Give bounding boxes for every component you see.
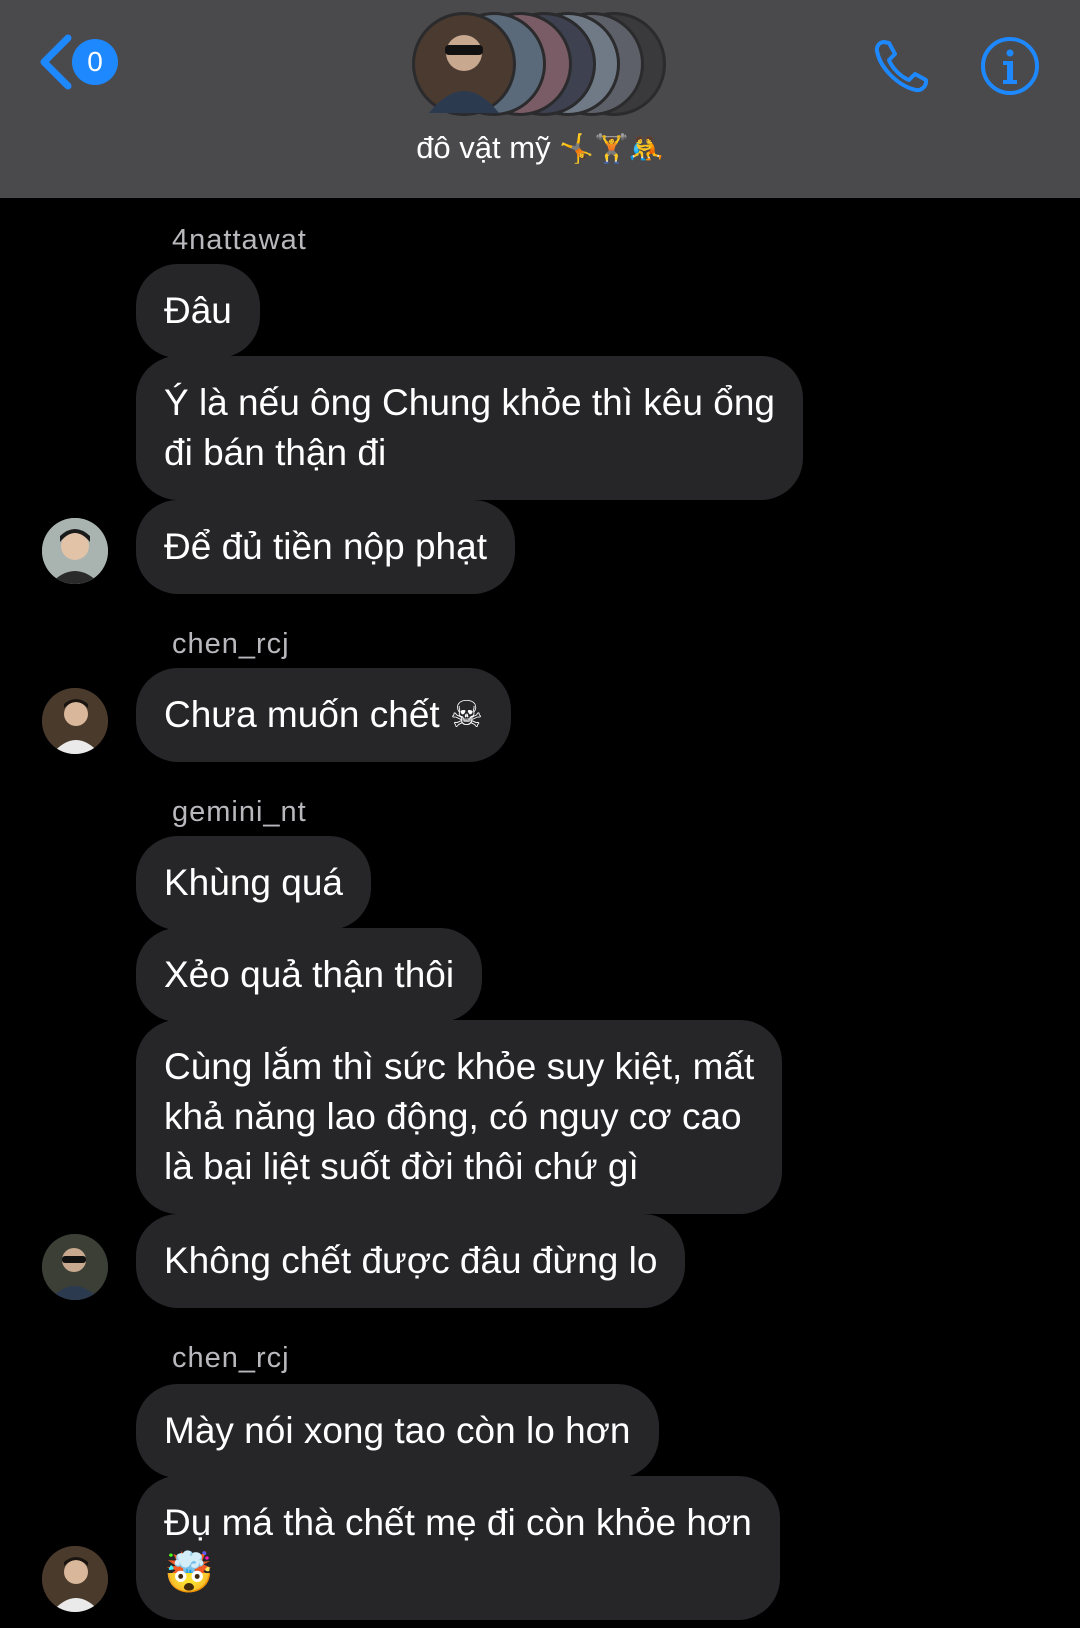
message-bubble[interactable]: Để đủ tiền nộp phạt bbox=[136, 500, 515, 594]
exploding-head-icon: 🤯 bbox=[164, 1550, 214, 1596]
avatar[interactable] bbox=[42, 688, 108, 754]
message-bubble[interactable]: Không chết được đâu đừng lo bbox=[136, 1214, 686, 1308]
message-text: Mày nói xong tao còn lo hơn bbox=[164, 1410, 631, 1451]
message-text: Khùng quá bbox=[164, 862, 344, 903]
person-photo-icon bbox=[42, 688, 108, 754]
sender-name: gemini_nt bbox=[172, 796, 307, 828]
phone-icon[interactable] bbox=[870, 34, 934, 98]
group-title[interactable]: đô vật mỹ 🤸🏋🤼 bbox=[0, 130, 1080, 166]
avatar[interactable] bbox=[42, 1234, 108, 1300]
chevron-left-icon bbox=[40, 34, 72, 90]
person-photo-icon bbox=[42, 1234, 108, 1300]
person-photo-icon bbox=[42, 1546, 108, 1612]
message-text: Đâu bbox=[164, 290, 232, 331]
person-photo-icon bbox=[42, 518, 108, 584]
message-bubble[interactable]: Xẻo quả thận thôi bbox=[136, 928, 483, 1022]
sender-name: chen_rcj bbox=[172, 1342, 290, 1374]
avatar[interactable] bbox=[42, 1546, 108, 1612]
message-text: khả năng lao động, có nguy cơ cao bbox=[164, 1096, 742, 1137]
message-text: Xẻo quả thận thôi bbox=[164, 954, 455, 995]
chat-header: 0 đô vật mỹ 🤸🏋🤼 bbox=[0, 0, 1080, 198]
avatar[interactable] bbox=[42, 518, 108, 584]
title-emoji: 🤸🏋🤼 bbox=[559, 132, 664, 165]
message-bubble[interactable]: Ý là nếu ông Chung khỏe thì kêu ổng đi b… bbox=[136, 356, 803, 500]
message-text: Cùng lắm thì sức khỏe suy kiệt, mất bbox=[164, 1046, 755, 1087]
message-text: Ý là nếu ông Chung khỏe thì kêu ổng bbox=[164, 382, 775, 423]
group-avatar bbox=[412, 12, 516, 116]
info-icon[interactable] bbox=[978, 34, 1042, 98]
message-text: Chưa muốn chết bbox=[164, 694, 450, 735]
message-bubble[interactable]: Chưa muốn chết ☠ bbox=[136, 668, 512, 762]
message-text: Đụ má thà chết mẹ đi còn khỏe hơn bbox=[164, 1502, 752, 1543]
message-bubble[interactable]: Khùng quá bbox=[136, 836, 372, 930]
back-button[interactable]: 0 bbox=[36, 30, 118, 94]
message-bubble[interactable]: Mày nói xong tao còn lo hơn bbox=[136, 1384, 659, 1478]
message-bubble[interactable]: Đâu bbox=[136, 264, 260, 358]
sender-name: chen_rcj bbox=[172, 628, 290, 660]
message-bubble[interactable]: Đụ má thà chết mẹ đi còn khỏe hơn 🤯 bbox=[136, 1476, 780, 1620]
message-text: đi bán thận đi bbox=[164, 432, 387, 473]
group-title-text: đô vật mỹ bbox=[416, 130, 551, 165]
person-photo-icon bbox=[429, 35, 499, 113]
group-avatar-stack[interactable] bbox=[412, 6, 668, 116]
sender-name: 4nattawat bbox=[172, 224, 307, 256]
message-text: Không chết được đâu đừng lo bbox=[164, 1240, 658, 1281]
message-bubble[interactable]: Cùng lắm thì sức khỏe suy kiệt, mất khả … bbox=[136, 1020, 783, 1214]
message-text: là bại liệt suốt đời thôi chứ gì bbox=[164, 1146, 639, 1187]
unread-badge: 0 bbox=[72, 39, 118, 85]
skull-crossbones-icon: ☠ bbox=[449, 693, 484, 736]
message-text: Để đủ tiền nộp phạt bbox=[164, 526, 487, 567]
